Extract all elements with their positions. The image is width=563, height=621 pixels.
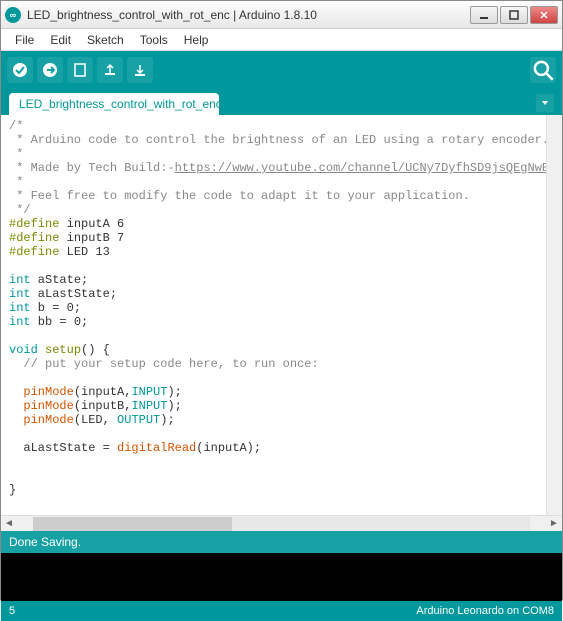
editor-area: /* * Arduino code to control the brightn… [1,115,562,515]
board-info: Arduino Leonardo on COM8 [416,605,554,617]
footer-bar: 5 Arduino Leonardo on COM8 [1,601,562,621]
menu-edit[interactable]: Edit [42,31,79,49]
status-bar: Done Saving. [1,531,562,553]
tab-menu-button[interactable] [536,94,554,112]
close-button[interactable] [530,6,558,24]
window-controls [470,6,558,24]
console-output[interactable] [1,553,562,601]
window-titlebar: ∞ LED_brightness_control_with_rot_enc | … [1,1,562,29]
status-message: Done Saving. [9,535,81,549]
toolbar [1,51,562,89]
serial-monitor-button[interactable] [530,57,556,83]
scroll-right-icon[interactable]: ► [546,516,562,532]
open-sketch-button[interactable] [97,57,123,83]
tab-bar: LED_brightness_control_with_rot_enc [1,89,562,115]
scroll-track[interactable] [33,517,530,531]
vertical-scrollbar[interactable] [546,115,562,515]
scroll-left-icon[interactable]: ◄ [1,516,17,532]
new-sketch-button[interactable] [67,57,93,83]
upload-button[interactable] [37,57,63,83]
tab-active[interactable]: LED_brightness_control_with_rot_enc [9,93,219,115]
line-number: 5 [9,605,416,617]
menu-tools[interactable]: Tools [132,31,176,49]
menu-bar: File Edit Sketch Tools Help [1,29,562,51]
horizontal-scrollbar[interactable]: ◄ ► [1,515,562,531]
menu-file[interactable]: File [7,31,42,49]
verify-button[interactable] [7,57,33,83]
code-editor[interactable]: /* * Arduino code to control the brightn… [1,115,546,515]
window-title: LED_brightness_control_with_rot_enc | Ar… [27,8,470,22]
scroll-thumb[interactable] [33,517,232,531]
maximize-button[interactable] [500,6,528,24]
app-icon: ∞ [5,7,21,23]
save-sketch-button[interactable] [127,57,153,83]
menu-sketch[interactable]: Sketch [79,31,132,49]
menu-help[interactable]: Help [176,31,217,49]
minimize-button[interactable] [470,6,498,24]
